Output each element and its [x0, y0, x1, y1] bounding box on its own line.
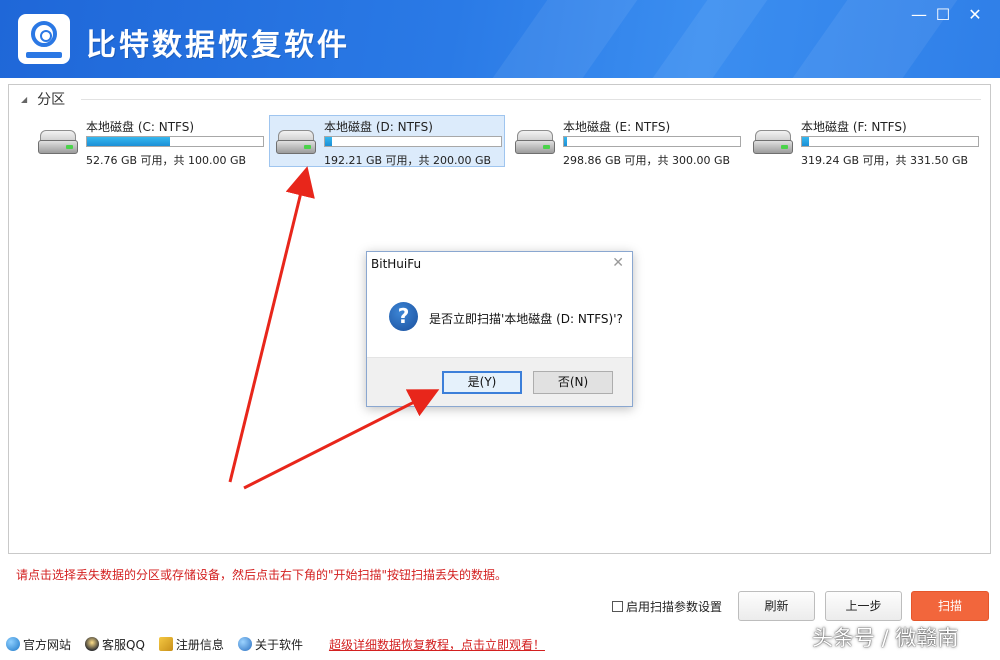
drive-capacity: 52.76 GB 可用，共 100.00 GB	[86, 154, 247, 167]
drive-usage-bar	[324, 136, 502, 147]
instruction-hint: 请点击选择丢失数据的分区或存储设备，然后点击右下角的"开始扫描"按钮扫描丢失的数…	[16, 568, 508, 582]
collapse-triangle-icon[interactable]: ◢	[21, 95, 27, 104]
drive-usage-bar	[801, 136, 979, 147]
qq-link[interactable]: 客服QQ	[85, 636, 145, 653]
title-bar: 比特数据恢复软件 — ☐ ✕	[0, 0, 1000, 78]
hard-drive-icon	[276, 130, 316, 156]
qq-penguin-icon	[85, 637, 100, 651]
register-link[interactable]: 注册信息	[158, 636, 224, 653]
globe-icon	[6, 637, 20, 651]
confirm-dialog: BitHuiFu ✕ ? 是否立即扫描'本地磁盘 (D: NTFS)'? 是(Y…	[366, 251, 633, 407]
drive-item-e[interactable]: 本地磁盘 (E: NTFS) 298.86 GB 可用，共 300.00 GB	[508, 115, 744, 167]
watermark: 头条号 / 微赣南	[812, 626, 959, 650]
about-link[interactable]: 关于软件	[237, 636, 303, 653]
group-divider	[81, 99, 981, 100]
dialog-title: BitHuiFu	[371, 257, 422, 271]
drive-name: 本地磁盘 (F: NTFS)	[801, 120, 907, 134]
app-logo-icon	[18, 14, 70, 64]
scan-params-toggle[interactable]: 启用扫描参数设置	[612, 598, 722, 615]
website-link[interactable]: 官方网站	[6, 636, 71, 653]
yes-button[interactable]: 是(Y)	[442, 371, 522, 394]
scan-button[interactable]: 扫描	[911, 591, 989, 621]
footer-bar: 官方网站 客服QQ 注册信息 关于软件 超级详细数据恢复教程，点击立即观看！	[6, 634, 545, 654]
hard-drive-icon	[753, 130, 793, 156]
drive-name: 本地磁盘 (E: NTFS)	[563, 120, 671, 134]
hard-drive-icon	[38, 130, 78, 156]
question-icon: ?	[389, 302, 418, 331]
refresh-button[interactable]: 刷新	[738, 591, 815, 621]
app-title: 比特数据恢复软件	[86, 28, 350, 63]
close-button[interactable]: ✕	[962, 4, 988, 26]
dialog-message: 是否立即扫描'本地磁盘 (D: NTFS)'?	[429, 312, 623, 326]
info-globe-icon	[237, 637, 252, 651]
scan-params-label: 启用扫描参数设置	[626, 600, 723, 614]
drive-capacity: 298.86 GB 可用，共 300.00 GB	[563, 154, 731, 167]
partition-label: 分区	[37, 92, 66, 108]
dialog-close-icon[interactable]: ✕	[612, 255, 624, 271]
about-label: 关于软件	[254, 637, 303, 652]
drive-item-c[interactable]: 本地磁盘 (C: NTFS) 52.76 GB 可用，共 100.00 GB	[31, 115, 267, 167]
partition-group-header[interactable]: ◢ 分区	[21, 89, 65, 109]
prev-step-button[interactable]: 上一步	[825, 591, 902, 621]
drive-item-f[interactable]: 本地磁盘 (F: NTFS) 319.24 GB 可用，共 331.50 GB	[746, 115, 982, 167]
maximize-button[interactable]: ☐	[930, 4, 956, 26]
scan-params-checkbox[interactable]	[612, 601, 623, 612]
register-label: 注册信息	[175, 637, 224, 652]
key-icon	[158, 637, 173, 651]
no-button[interactable]: 否(N)	[533, 371, 613, 394]
dialog-button-bar: 是(Y) 否(N)	[367, 357, 632, 406]
qq-label: 客服QQ	[102, 637, 145, 652]
tutorial-link[interactable]: 超级详细数据恢复教程，点击立即观看！	[329, 636, 545, 653]
drive-name: 本地磁盘 (D: NTFS)	[324, 120, 433, 134]
drive-name: 本地磁盘 (C: NTFS)	[86, 120, 195, 134]
website-label: 官方网站	[23, 637, 72, 652]
hard-drive-icon	[515, 130, 555, 156]
minimize-button[interactable]: —	[906, 4, 932, 26]
drive-capacity: 192.21 GB 可用，共 200.00 GB	[324, 154, 492, 167]
drive-usage-bar	[563, 136, 741, 147]
drive-capacity: 319.24 GB 可用，共 331.50 GB	[801, 154, 969, 167]
drive-usage-bar	[86, 136, 264, 147]
drive-item-d[interactable]: 本地磁盘 (D: NTFS) 192.21 GB 可用，共 200.00 GB	[269, 115, 505, 167]
